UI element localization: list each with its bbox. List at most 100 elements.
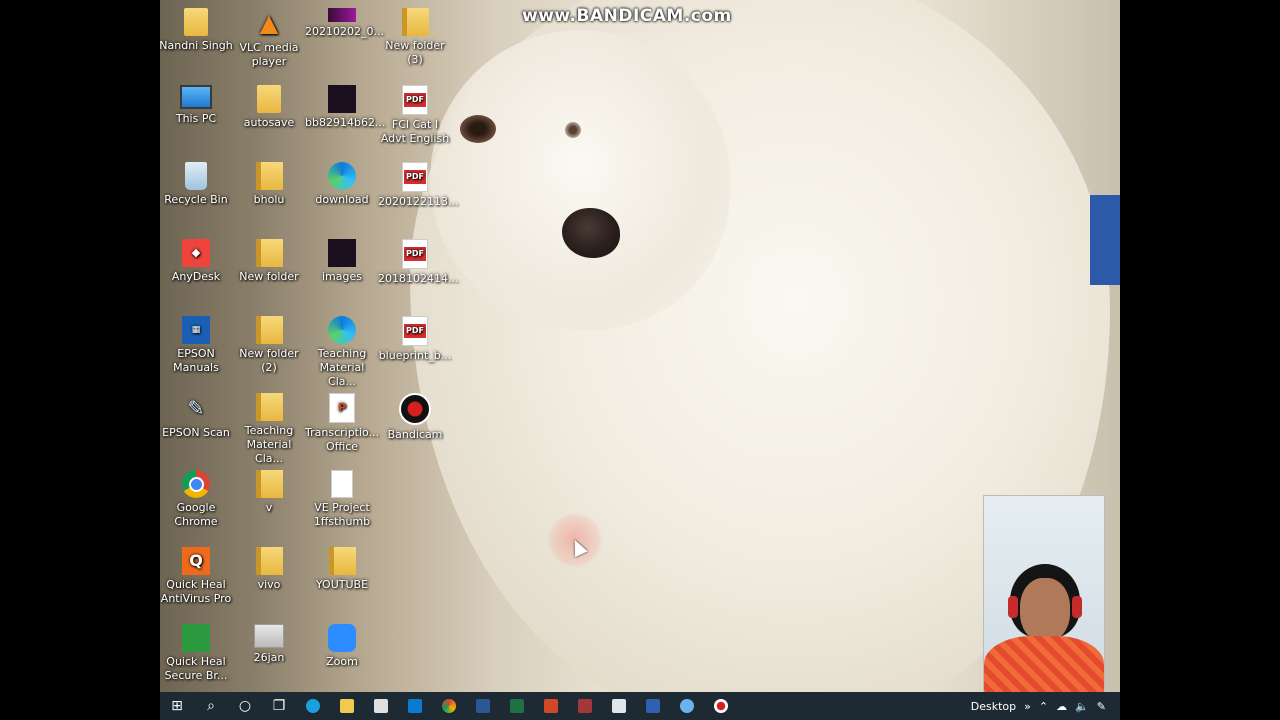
desktop-icon[interactable]: ▲ VLC media player bbox=[232, 8, 306, 69]
pdf-icon: PDF bbox=[402, 316, 428, 346]
desktop-icon[interactable]: VE Project 1ffsthumb bbox=[305, 470, 379, 529]
speaker-icon[interactable]: 🔈 bbox=[1075, 700, 1089, 713]
desktop-icon[interactable]: bholu bbox=[232, 162, 306, 207]
user-folder-icon bbox=[184, 8, 208, 36]
desktop-icon[interactable]: P Transcriptio... Office bbox=[305, 393, 379, 454]
search-button[interactable]: ⌕ bbox=[194, 692, 228, 720]
powerpoint-icon bbox=[544, 699, 558, 713]
webcam-person bbox=[1020, 578, 1070, 642]
search-icon: ⌕ bbox=[207, 698, 215, 714]
desktop-icon[interactable]: images bbox=[305, 239, 379, 284]
desktop-icon[interactable]: New folder (2) bbox=[232, 316, 306, 375]
desktop-icon[interactable]: ◆ AnyDesk bbox=[160, 239, 233, 284]
mail-icon bbox=[408, 699, 422, 713]
desktop-icon[interactable]: Quick Heal Secure Br... bbox=[160, 624, 233, 683]
desktop-icon-label: Quick Heal Secure Br... bbox=[164, 655, 228, 682]
epson-scan-icon: ✎ bbox=[187, 396, 205, 420]
desktop-icon-label: download bbox=[315, 193, 369, 206]
desktop-icon[interactable]: PDF 2018102414... bbox=[378, 239, 458, 286]
desktop-icon[interactable]: autosave bbox=[232, 85, 306, 130]
image-file-icon bbox=[254, 624, 284, 648]
taskbar-excel[interactable] bbox=[500, 692, 534, 720]
edge-icon bbox=[328, 316, 356, 344]
recycle-bin-icon bbox=[185, 162, 207, 190]
taskbar-app-window[interactable] bbox=[602, 692, 636, 720]
store-icon bbox=[374, 699, 388, 713]
edge-icon bbox=[306, 699, 320, 713]
desktop-icon-label: New folder (3) bbox=[385, 39, 445, 66]
taskbar-app-k[interactable] bbox=[636, 692, 670, 720]
windows-icon: ⊞ bbox=[171, 698, 183, 714]
desktop-icon[interactable]: New folder bbox=[232, 239, 306, 284]
taskbar-chrome[interactable] bbox=[432, 692, 466, 720]
folder-icon bbox=[255, 239, 283, 267]
desktop-icon[interactable]: ▦ EPSON Manuals bbox=[160, 316, 233, 375]
desktop-icon[interactable]: Recycle Bin bbox=[160, 162, 233, 207]
desktop-icon-label: Zoom bbox=[326, 655, 358, 668]
desktop-icon[interactable]: Teaching Material Cla... bbox=[305, 316, 379, 389]
desktop-toolbar-label[interactable]: Desktop bbox=[971, 700, 1016, 713]
taskbar-app-w[interactable] bbox=[670, 692, 704, 720]
webcam-overlay bbox=[983, 495, 1105, 694]
edge-icon bbox=[328, 162, 356, 190]
desktop-icon[interactable]: YOUTUBE bbox=[305, 547, 379, 592]
desktop-icon[interactable]: Google Chrome bbox=[160, 470, 233, 529]
chrome-icon bbox=[442, 699, 456, 713]
taskbar-bandicam[interactable] bbox=[704, 692, 738, 720]
desktop-icon[interactable]: Teaching Material Cla... bbox=[232, 393, 306, 466]
desktop-screen: www.BANDICAM.com Nandni Singh This PC Re… bbox=[160, 0, 1120, 720]
desktop-icon-label: Nandni Singh bbox=[160, 39, 233, 52]
chevron-up-icon[interactable]: ⌃ bbox=[1039, 700, 1048, 713]
desktop-icon-label: New folder (2) bbox=[239, 347, 299, 374]
desktop-icon-label: AnyDesk bbox=[171, 270, 221, 283]
desktop-icon[interactable]: ✎ EPSON Scan bbox=[160, 393, 233, 440]
desktop-icon-label: VE Project 1ffsthumb bbox=[313, 501, 371, 528]
powerpoint-file-icon: P bbox=[329, 393, 355, 423]
desktop-icon[interactable]: Zoom bbox=[305, 624, 379, 669]
desktop-icon[interactable]: This PC bbox=[160, 85, 233, 126]
desktop-icon[interactable]: bb82914b62... bbox=[305, 85, 386, 130]
headset-icon bbox=[1008, 596, 1018, 618]
desktop-icon[interactable]: v bbox=[232, 470, 306, 515]
desktop-icon[interactable]: PDF blueprint_b... bbox=[378, 316, 452, 363]
cortana-button[interactable]: ○ bbox=[228, 692, 262, 720]
cloud-icon[interactable]: ☁ bbox=[1056, 700, 1067, 713]
folder-icon bbox=[340, 699, 354, 713]
desktop-icon[interactable]: Bandicam bbox=[378, 393, 452, 442]
desktop-icon[interactable]: PDF FCI Cat I Advt English bbox=[378, 85, 452, 146]
folder-icon bbox=[328, 547, 356, 575]
desktop-icon[interactable]: 20210202_0... bbox=[305, 8, 384, 39]
desktop-icon[interactable]: PDF 2020122113... bbox=[378, 162, 458, 209]
task-view-button[interactable]: ❐ bbox=[262, 692, 296, 720]
desktop-icon-label: bb82914b62... bbox=[305, 116, 386, 129]
taskbar-access[interactable] bbox=[568, 692, 602, 720]
folder-icon bbox=[255, 470, 283, 498]
desktop-icon[interactable]: download bbox=[305, 162, 379, 207]
desktop-icon-label: v bbox=[265, 501, 273, 514]
bandicam-icon bbox=[714, 699, 728, 713]
desktop-icon-label: Recycle Bin bbox=[164, 193, 228, 206]
desktop-icon[interactable]: vivo bbox=[232, 547, 306, 592]
folder-icon bbox=[255, 547, 283, 575]
desktop-icon[interactable]: Nandni Singh bbox=[160, 8, 233, 53]
task-view-icon: ❐ bbox=[272, 698, 286, 714]
desktop-icon[interactable]: New folder (3) bbox=[378, 8, 452, 67]
pen-icon[interactable]: ✎ bbox=[1097, 700, 1106, 713]
taskbar-mail[interactable] bbox=[398, 692, 432, 720]
taskbar-powerpoint[interactable] bbox=[534, 692, 568, 720]
desktop-icon[interactable]: Q Quick Heal AntiVirus Pro bbox=[160, 547, 233, 606]
wallpaper-object bbox=[1090, 195, 1120, 285]
taskbar-store[interactable] bbox=[364, 692, 398, 720]
desktop-icon-label: FCI Cat I Advt English bbox=[380, 118, 450, 145]
pdf-icon: PDF bbox=[402, 162, 428, 192]
desktop-icon-label: 26jan bbox=[253, 651, 285, 664]
taskbar-edge[interactable] bbox=[296, 692, 330, 720]
desktop-icon[interactable]: 26jan bbox=[232, 624, 306, 665]
taskbar: ⊞ ⌕ ○ ❐ Desktop » ⌃ ☁ 🔈 ✎ bbox=[160, 692, 1120, 720]
expand-icon[interactable]: » bbox=[1024, 700, 1031, 713]
headset-icon bbox=[1072, 596, 1082, 618]
desktop-icon-label: images bbox=[322, 270, 362, 283]
taskbar-word[interactable] bbox=[466, 692, 500, 720]
start-button[interactable]: ⊞ bbox=[160, 692, 194, 720]
taskbar-file-explorer[interactable] bbox=[330, 692, 364, 720]
